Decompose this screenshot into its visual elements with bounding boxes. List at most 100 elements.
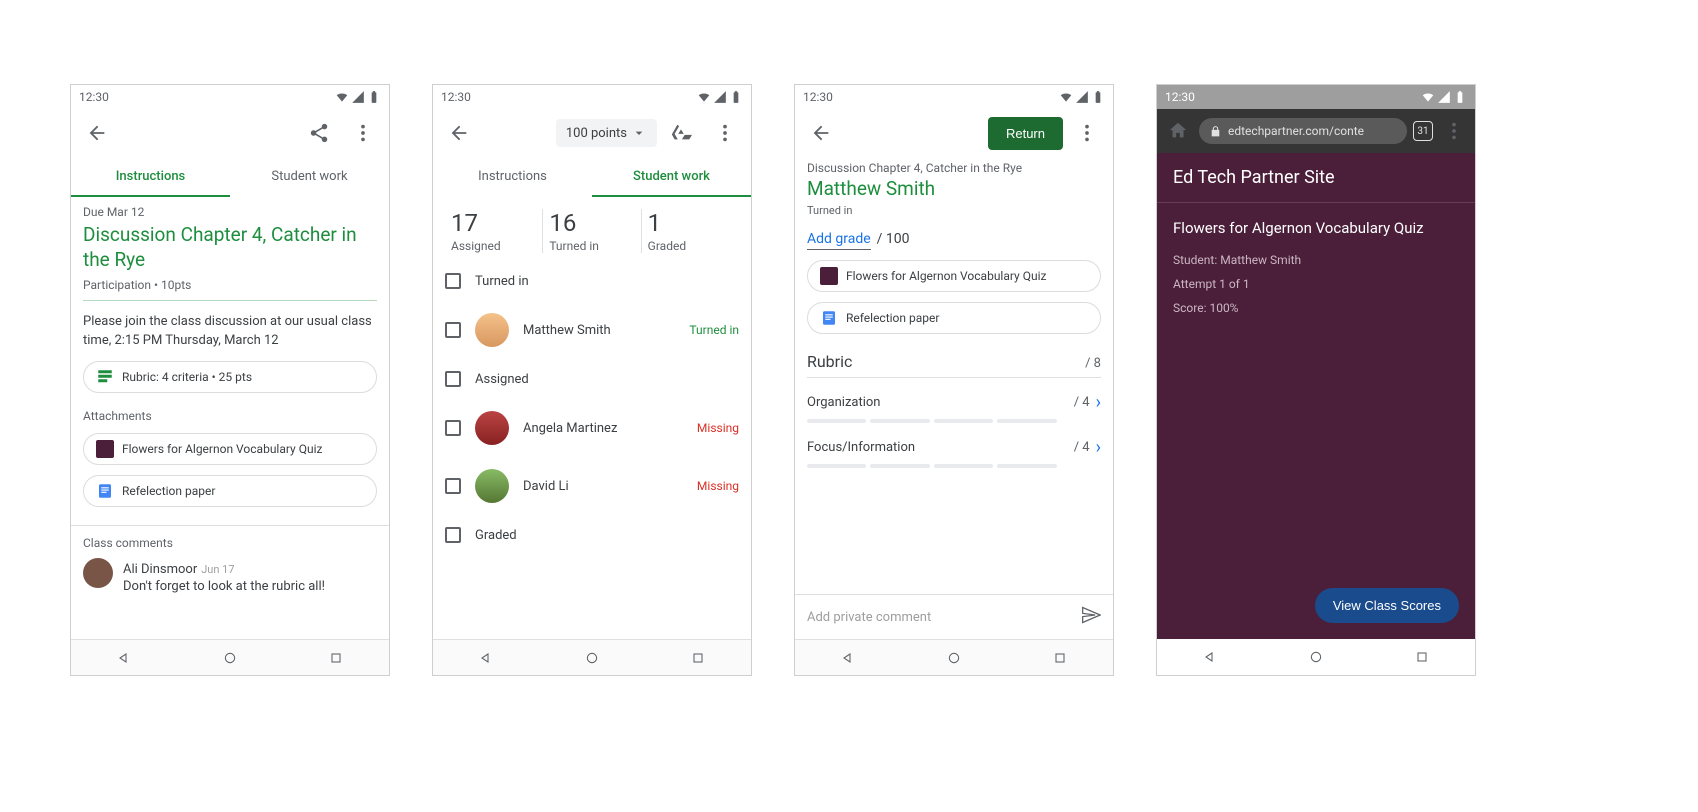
phone-grading: 12:30 Return Discussion Chapter 4, Catch… [794,84,1114,676]
group-turned-in[interactable]: Turned in [445,261,739,301]
more-button[interactable] [1067,113,1107,153]
student-row[interactable]: David Li Missing [445,457,739,515]
tab-student-work[interactable]: Student work [230,157,389,197]
student-row[interactable]: Matthew Smith Turned in [445,301,739,359]
nav-recents-icon[interactable] [1414,649,1430,665]
stat-label: Assigned [451,239,536,253]
student-name: Matthew Smith [523,323,675,338]
rubric-chip[interactable]: Rubric: 4 criteria • 25 pts [83,361,377,393]
attachment-quiz[interactable]: Flowers for Algernon Vocabulary Quiz [807,260,1101,292]
group-label: Assigned [475,372,739,387]
back-button[interactable] [801,113,841,153]
stat-label: Turned in [549,239,634,253]
criterion-scale [807,419,1057,423]
stat-turned-in[interactable]: 16 Turned in [543,209,641,253]
stat-graded[interactable]: 1 Graded [642,209,739,253]
group-graded[interactable]: Graded [445,515,739,555]
rubric-criterion[interactable]: Organization / 4 › [807,392,1101,423]
attachment-label: Refelection paper [122,484,215,498]
group-assigned[interactable]: Assigned [445,359,739,399]
avatar [475,469,509,503]
tabs: Instructions Student work [71,157,389,197]
student-name: Angela Martinez [523,421,683,436]
student-status: Turned in [689,323,739,337]
url-box[interactable]: edtechpartner.com/conte [1199,118,1407,144]
phone-partner-site: 12:30 edtechpartner.com/conte 31 Ed Tech… [1156,84,1476,676]
chevron-right-icon: › [1096,392,1101,413]
nav-home-icon[interactable] [584,650,600,666]
rubric-chip-label: Rubric: 4 criteria • 25 pts [122,370,252,384]
view-class-scores-button[interactable]: View Class Scores [1315,588,1459,623]
assignment-context: Discussion Chapter 4, Catcher in the Rye [807,161,1101,175]
attachment-doc[interactable]: Refelection paper [807,302,1101,334]
nav-back-icon[interactable] [840,650,856,666]
phone-instructions: 12:30 Instructions Student work Due Mar … [70,84,390,676]
stat-assigned[interactable]: 17 Assigned [445,209,543,253]
drive-icon [670,122,692,144]
back-button[interactable] [439,113,479,153]
share-button[interactable] [299,113,339,153]
checkbox[interactable] [445,420,461,436]
checkbox[interactable] [445,371,461,387]
group-label: Graded [475,528,739,543]
app-bar [71,109,389,157]
drive-button[interactable] [661,113,701,153]
nav-home-icon[interactable] [222,650,238,666]
grade-row: Add grade / 100 [807,231,1101,250]
return-button[interactable]: Return [988,117,1063,150]
grade-input[interactable]: Add grade [807,231,871,250]
student-status: Missing [697,421,739,435]
attachment-doc[interactable]: Refelection paper [83,475,377,507]
rubric-icon [96,368,114,386]
more-vert-icon [714,122,736,144]
nav-back-icon[interactable] [116,650,132,666]
lock-icon [1209,125,1222,138]
private-comment-input[interactable]: Add private comment [795,594,1113,639]
stat-number: 16 [549,209,634,237]
content: Discussion Chapter 4, Catcher in the Rye… [795,157,1113,639]
criterion-name: Focus/Information [807,440,915,455]
tabs-count[interactable]: 31 [1413,121,1433,141]
tab-instructions[interactable]: Instructions [433,157,592,197]
comment-item[interactable]: Ali Dinsmoor Jun 17 Don't forget to look… [83,558,377,594]
checkbox[interactable] [445,478,461,494]
nav-recents-icon[interactable] [328,650,344,666]
nav-recents-icon[interactable] [690,650,706,666]
nav-home-icon[interactable] [1308,649,1324,665]
tab-student-work[interactable]: Student work [592,157,751,197]
nav-back-icon[interactable] [478,650,494,666]
status-icons [1421,90,1467,104]
nav-recents-icon[interactable] [1052,650,1068,666]
send-button[interactable] [1081,605,1101,629]
due-date: Due Mar 12 [83,205,377,219]
status-icons [335,90,381,104]
android-nav-bar [1157,639,1475,675]
more-vert-icon [352,122,374,144]
rubric-header[interactable]: Rubric / 8 [807,352,1101,378]
attachment-label: Flowers for Algernon Vocabulary Quiz [122,442,322,456]
tab-instructions[interactable]: Instructions [71,157,230,197]
battery-icon [729,90,743,104]
browser-home-button[interactable] [1163,116,1193,146]
more-button[interactable] [705,113,745,153]
more-button[interactable] [343,113,383,153]
chevron-down-icon [631,125,647,141]
back-button[interactable] [77,113,117,153]
nav-home-icon[interactable] [946,650,962,666]
signal-icon [1075,90,1089,104]
student-name: David Li [523,479,683,494]
browser-more-button[interactable] [1439,116,1469,146]
checkbox[interactable] [445,273,461,289]
points-dropdown[interactable]: 100 points [556,119,657,147]
checkbox[interactable] [445,527,461,543]
comment-placeholder: Add private comment [807,610,931,625]
checkbox[interactable] [445,322,461,338]
android-nav-bar [795,639,1113,675]
status-time: 12:30 [441,90,471,104]
nav-back-icon[interactable] [1202,649,1218,665]
student-row[interactable]: Angela Martinez Missing [445,399,739,457]
rubric-criterion[interactable]: Focus/Information / 4 › [807,437,1101,468]
attachment-quiz[interactable]: Flowers for Algernon Vocabulary Quiz [83,433,377,465]
rubric-total: / 8 [1085,356,1101,371]
partner-site-header: Ed Tech Partner Site [1157,153,1475,203]
